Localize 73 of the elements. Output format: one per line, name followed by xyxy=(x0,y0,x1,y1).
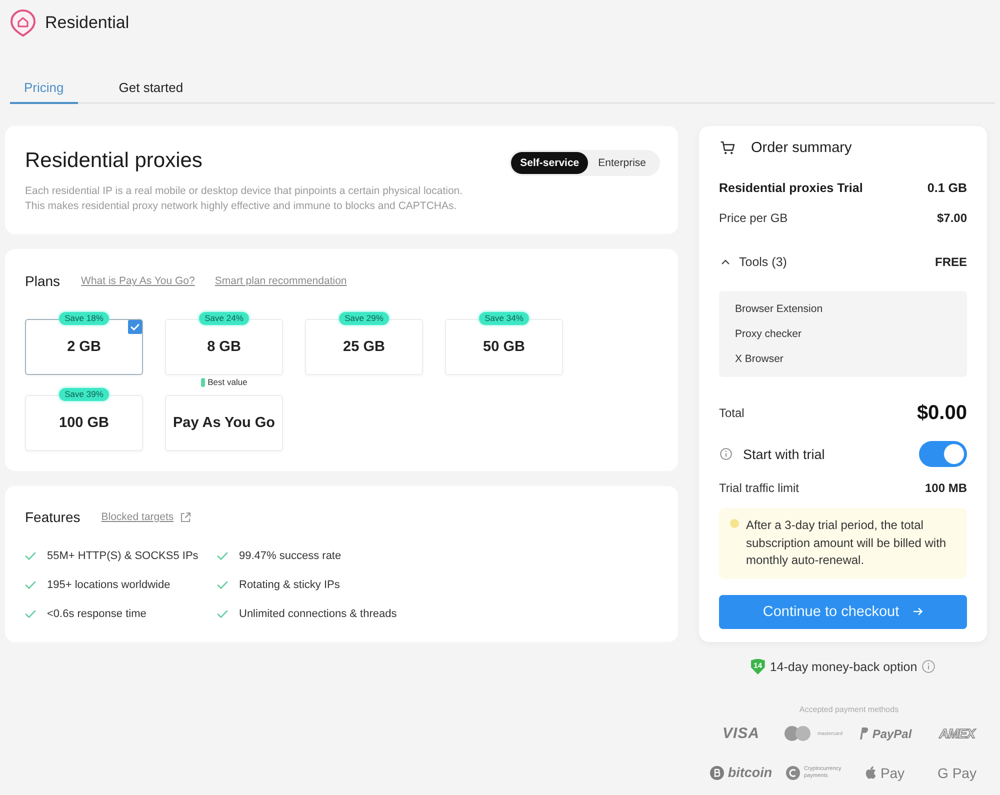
card-title: Order summary xyxy=(751,140,852,156)
dot-icon xyxy=(730,519,739,528)
limit-label: Trial traffic limit xyxy=(719,481,800,495)
product-amount: 0.1 GB xyxy=(927,181,967,195)
payment-logo: bitcoin xyxy=(728,765,772,780)
feature-text: 195+ locations worldwide xyxy=(47,579,170,591)
payment-logo: PayPal xyxy=(872,726,912,740)
tools-price: FREE xyxy=(934,255,967,269)
plan-size: 8 GB xyxy=(207,339,241,355)
feature-text: 55M+ HTTP(S) & SOCKS5 IPs xyxy=(47,550,198,562)
apple-icon xyxy=(865,766,876,779)
arrow-icon xyxy=(913,607,924,616)
tools-label: Tools (3) xyxy=(739,255,787,269)
check-icon xyxy=(217,610,228,618)
discount-badge: Save 29% xyxy=(338,312,390,325)
total-label: Total xyxy=(719,406,744,420)
trial-toggle[interactable] xyxy=(919,441,967,467)
total-value: $0.00 xyxy=(916,402,967,424)
plan-note: Best value xyxy=(208,377,248,387)
check-icon xyxy=(128,320,142,334)
section-title: Plans xyxy=(25,273,60,289)
tool-item: Browser Extension xyxy=(735,302,824,317)
plan-size: Pay As You Go xyxy=(172,415,276,431)
feature-text: <0.6s response time xyxy=(47,608,146,620)
discount-badge: Save 34% xyxy=(478,312,530,325)
payment-methods-title: Accepted payment methods xyxy=(798,704,900,714)
coin-icon xyxy=(710,766,724,780)
paypal-p-icon xyxy=(858,727,868,740)
discount-badge: Save 24% xyxy=(198,312,250,325)
feature-text: Unlimited connections & threads xyxy=(239,608,397,620)
check-icon xyxy=(217,581,228,589)
tools-toggle[interactable]: Tools (3) xyxy=(719,255,787,269)
plan-size: 2 GB xyxy=(67,339,101,355)
limit-value: 100 MB xyxy=(924,481,967,495)
info-icon xyxy=(720,448,732,460)
tool-item: X Browser xyxy=(735,352,784,367)
location-pin-icon xyxy=(10,9,36,37)
check-icon xyxy=(25,552,36,560)
product-name: Residential proxies Trial xyxy=(719,181,863,195)
plan-size: 25 GB xyxy=(343,339,385,355)
price-value: $7.00 xyxy=(936,211,967,225)
product-description: Each residential IP is a real mobile or desktop device that pinpoints a certain physical location. This makes residential proxy network highly effective and immune to blocks and CAPTCHAs. xyxy=(25,184,463,214)
plan-size: 100 GB xyxy=(59,415,109,431)
tab[interactable]: Get started xyxy=(104,72,198,104)
card-title: Residential proxies xyxy=(25,148,204,174)
coin-icon xyxy=(786,766,800,780)
segment-option[interactable]: Enterprise xyxy=(589,152,655,174)
check-icon xyxy=(25,610,36,618)
check-icon xyxy=(217,552,228,560)
feature-text: Rotating & sticky IPs xyxy=(239,579,340,591)
notice-text: After a 3-day trial period, the total subscription amount will be billed with monthly auto-renewal. xyxy=(746,517,948,569)
discount-badge: Save 39% xyxy=(58,388,110,401)
guarantee-text: 14-day money-back option xyxy=(770,660,918,674)
payment-logo: Pay xyxy=(880,764,905,780)
section-title: Features xyxy=(25,509,80,525)
plan-size: 50 GB xyxy=(483,339,525,355)
external-link-icon xyxy=(180,512,191,522)
trial-label: Start with trial xyxy=(743,446,825,462)
segment-option[interactable]: Self-service xyxy=(511,152,588,174)
discount-badge: Save 18% xyxy=(58,312,110,325)
payment-logo: AMEX xyxy=(939,726,975,741)
page-title: Residential xyxy=(45,13,130,33)
cart-icon xyxy=(720,141,735,155)
plan-option[interactable]: Pay As You Go xyxy=(165,395,283,451)
tool-item: Proxy checker xyxy=(735,327,803,342)
feature-text: 99.47% success rate xyxy=(239,550,342,562)
info-icon xyxy=(922,660,936,673)
payment-logo: G Pay xyxy=(938,764,976,780)
price-label: Price per GB xyxy=(719,211,788,225)
payment-logo: VISA xyxy=(722,725,760,742)
caret-icon xyxy=(721,259,730,265)
card-circles-icon xyxy=(783,726,814,741)
check-icon xyxy=(25,581,36,589)
